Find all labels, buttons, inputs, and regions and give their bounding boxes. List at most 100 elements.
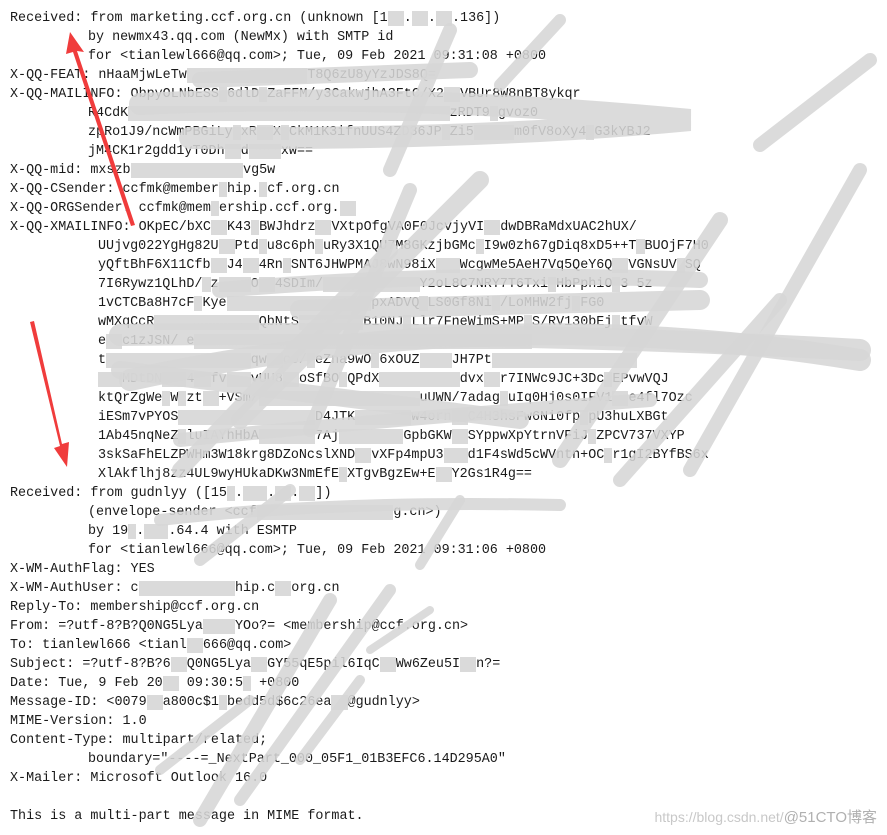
text-segment: X-QQ-mid: mxszb (10, 163, 131, 178)
redacted-text (146, 695, 163, 710)
redacted-text (258, 239, 267, 254)
redacted-text (226, 372, 251, 387)
redacted-text (186, 68, 308, 83)
text-segment: I9w0zh67gDiq8xD5++T (483, 239, 637, 254)
header-line: X-Mailer: Microsoft Outlook 16.0 (10, 771, 268, 786)
redacted-text (586, 125, 595, 140)
text-segment: uRy3X1QU7M8GKzjbGMc (323, 239, 476, 254)
text-segment: 7Aj (314, 429, 340, 444)
redacted-text (435, 11, 453, 26)
text-segment: GpbGKW (403, 429, 452, 444)
text-segment: MDtDN (122, 372, 163, 387)
text-segment: w4orn (411, 410, 452, 425)
redacted-text (226, 486, 236, 501)
redacted-text (218, 277, 251, 292)
text-segment: Y2Gs1R4g== (451, 467, 532, 482)
text-segment: ZPCV737VXYP (596, 429, 685, 444)
redacted-text (443, 448, 468, 463)
redacted-text (178, 410, 315, 425)
text-segment: uUWN/7adag (419, 391, 500, 406)
text-segment: n?= (476, 657, 501, 672)
header-line: for <tianlewl666@qq.com>; Tue, 09 Feb 20… (88, 49, 547, 64)
header-line: by 19 . .64.4 with ESMTP (10, 522, 709, 541)
text-segment: Received: from marketing.ccf.org.cn (unk… (10, 11, 388, 26)
redacted-text (128, 524, 137, 539)
text-segment: T8Q6zU8yYzJDS8Q= (307, 68, 436, 83)
text-segment: SNT6JHWPMAJ8wN98iX (290, 258, 436, 273)
text-segment: ership.ccf.org. (218, 201, 340, 216)
redacted-text (419, 296, 428, 311)
text-segment: 7I6Rywz1QLhD/ (98, 277, 203, 292)
text-segment: 6dlD (226, 87, 260, 102)
redacted-text (259, 87, 268, 102)
redacted-text (379, 372, 460, 387)
redacted-text (232, 125, 241, 140)
redacted-text (275, 581, 292, 596)
redacted-text (128, 106, 450, 121)
redacted-text (259, 182, 268, 197)
text-segment: e (98, 334, 107, 349)
text-segment: From: =?utf-8?B?Q0NG5Lya (10, 619, 203, 634)
text-segment: .64.4 with ESMTP (168, 524, 297, 539)
redacted-text (218, 182, 227, 197)
text-segment: FG0 (580, 296, 605, 311)
redacted-text (483, 372, 500, 387)
text-segment: uIq0Hj0s0IFV1 (507, 391, 613, 406)
redacted-text (636, 239, 645, 254)
text-segment: JH7Pt (451, 353, 492, 368)
redacted-text (194, 296, 203, 311)
header-line: MDtDN 4 fv vUU8 oSfBO QPdX dvx r7INWc9JC… (10, 370, 709, 389)
redacted-text (451, 410, 468, 425)
text-segment: BWJhdrz (259, 220, 316, 235)
header-line: iESm7vPYOS D4JTK w4orn C4H3hsFw6Ni0fp pU… (10, 408, 709, 427)
text-segment: d (240, 144, 249, 159)
redacted-text (144, 524, 169, 539)
text-segment: gvoz0 (497, 106, 539, 121)
text-segment: R4CdK (88, 106, 129, 121)
text-segment: d1F4sWd5cWVntn+OC (467, 448, 605, 463)
redacted-text (604, 372, 613, 387)
redacted-text (355, 448, 372, 463)
text-segment: . (267, 486, 276, 501)
redacted-text (491, 296, 500, 311)
redacted-text (210, 220, 227, 235)
header-line: This is a multi-part message in MIME for… (10, 809, 364, 824)
redacted-text (489, 106, 498, 121)
redacted-text (548, 277, 557, 292)
text-segment: X-QQ-CSender: ccfmk@member (10, 182, 219, 197)
text-segment: 6xOUZ (379, 353, 420, 368)
text-segment: iESm7vPYOS (98, 410, 179, 425)
text-segment: X (272, 125, 281, 140)
redacted-text (435, 258, 460, 273)
redacted-text (162, 372, 187, 387)
text-segment: 09:30:5 (178, 676, 244, 691)
redacted-text (178, 429, 187, 444)
email-header-source: Received: from marketing.ccf.org.cn (unk… (10, 9, 709, 826)
redacted-text (315, 220, 332, 235)
header-line: 1Ab45nqNeZ luIAYhHbA 7Aj GpbGKW SYppwXpY… (10, 427, 709, 446)
redacted-text (306, 353, 316, 368)
text-segment: Date: Tue, 9 Feb 20 (10, 676, 163, 691)
redacted-text (202, 619, 236, 634)
text-segment: zRDT9 (449, 106, 490, 121)
text-segment: u8c6ph (266, 239, 315, 254)
text-segment: S/RV130bEj (531, 315, 613, 330)
redacted-text (572, 296, 581, 311)
watermark: https://blog.csdn.net/@51CTO博客 (654, 806, 877, 827)
text-segment: Received: from gudnlyy ([15 (10, 486, 227, 501)
redacted-text (280, 125, 289, 140)
text-segment: Y2oL8C7NRY7T6Txi (419, 277, 549, 292)
text-segment: YOo?= <membership@ccf.org.cn> (235, 619, 469, 634)
text-segment: G3kYBJ2 (594, 125, 651, 140)
redacted-text (451, 429, 468, 444)
redacted-text (443, 87, 461, 102)
redacted-text (258, 277, 275, 292)
text-segment: UUjvg022YgHg82U (98, 239, 219, 254)
text-segment: vUU8 (250, 372, 283, 387)
text-segment: ktQrZgWe (98, 391, 163, 406)
text-segment: cf.org.cn (267, 182, 340, 197)
redacted-text (106, 334, 123, 349)
text-segment: SYppwXpYtrnVFiJ (467, 429, 589, 444)
text-segment: VXtpOfgVA0F0JcvjyVI (331, 220, 485, 235)
text-segment: C4H3hsFw6Ni0fp (467, 410, 581, 425)
